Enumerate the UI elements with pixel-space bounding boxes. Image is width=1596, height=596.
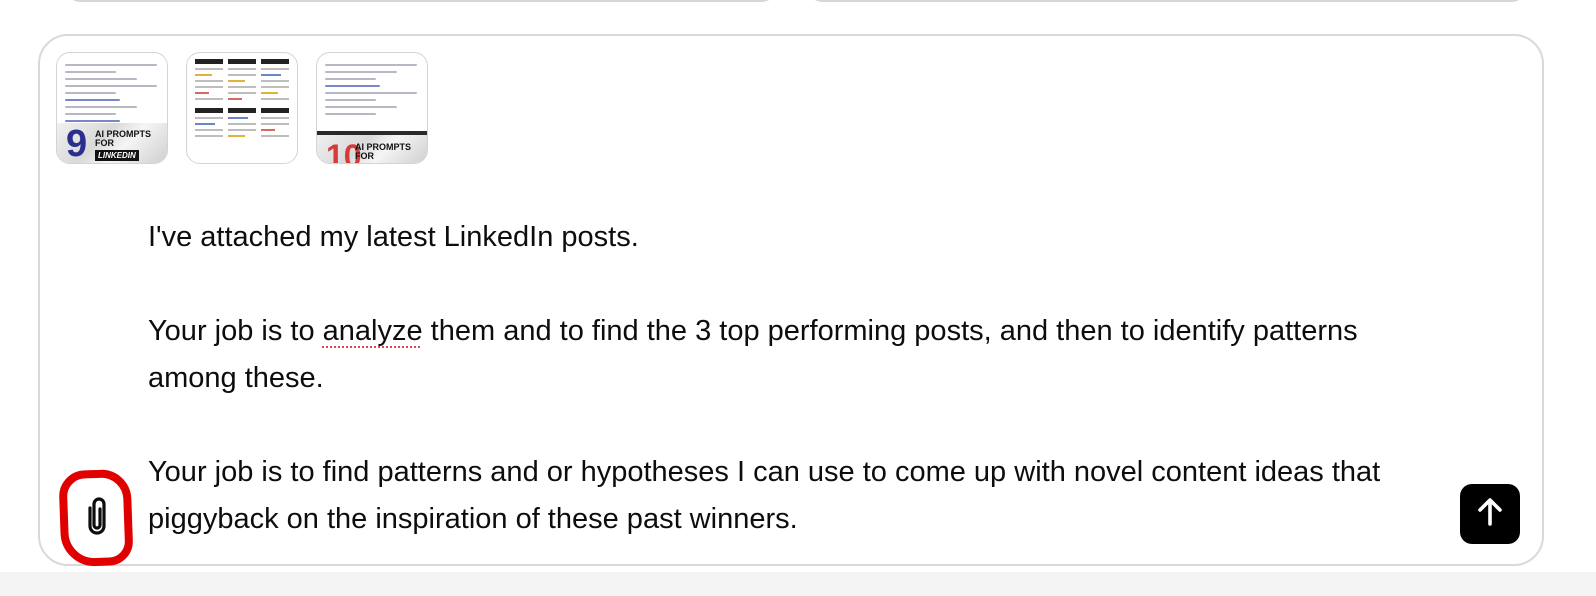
paperclip-icon xyxy=(80,494,114,543)
message-paragraph-1: I've attached my latest LinkedIn posts. xyxy=(148,221,639,253)
send-button[interactable] xyxy=(1460,484,1520,544)
attachment-thumbnail-1[interactable]: 9 AI PROMPTS FOR LINKEDIN xyxy=(56,52,168,164)
attachment-thumbnail-3[interactable]: 10 AI PROMPTS FOR xyxy=(316,52,428,164)
page-footer-strip xyxy=(0,572,1596,596)
message-paragraph-3: Your job is to find patterns and or hypo… xyxy=(148,456,1381,535)
message-composer[interactable]: 9 AI PROMPTS FOR LINKEDIN 10 AI PROMPTS … xyxy=(38,34,1544,568)
message-paragraph-2: Your job is to analyze them and to find … xyxy=(148,315,1358,394)
thumbnail-number: 9 xyxy=(66,123,88,164)
attachment-thumbnail-2[interactable] xyxy=(186,52,298,164)
attach-file-button[interactable] xyxy=(62,472,132,564)
message-text[interactable]: I've attached my latest LinkedIn posts. … xyxy=(148,214,1438,543)
previous-card-left xyxy=(66,0,776,2)
arrow-up-icon xyxy=(1475,496,1505,533)
spellcheck-flagged-word: analyze xyxy=(322,315,423,347)
thumbnail-caption-line2: FOR xyxy=(355,151,374,161)
previous-card-right xyxy=(808,0,1526,2)
thumbnail-caption-tag: LINKEDIN xyxy=(95,150,139,161)
thumbnail-caption-line2: FOR xyxy=(95,138,114,148)
